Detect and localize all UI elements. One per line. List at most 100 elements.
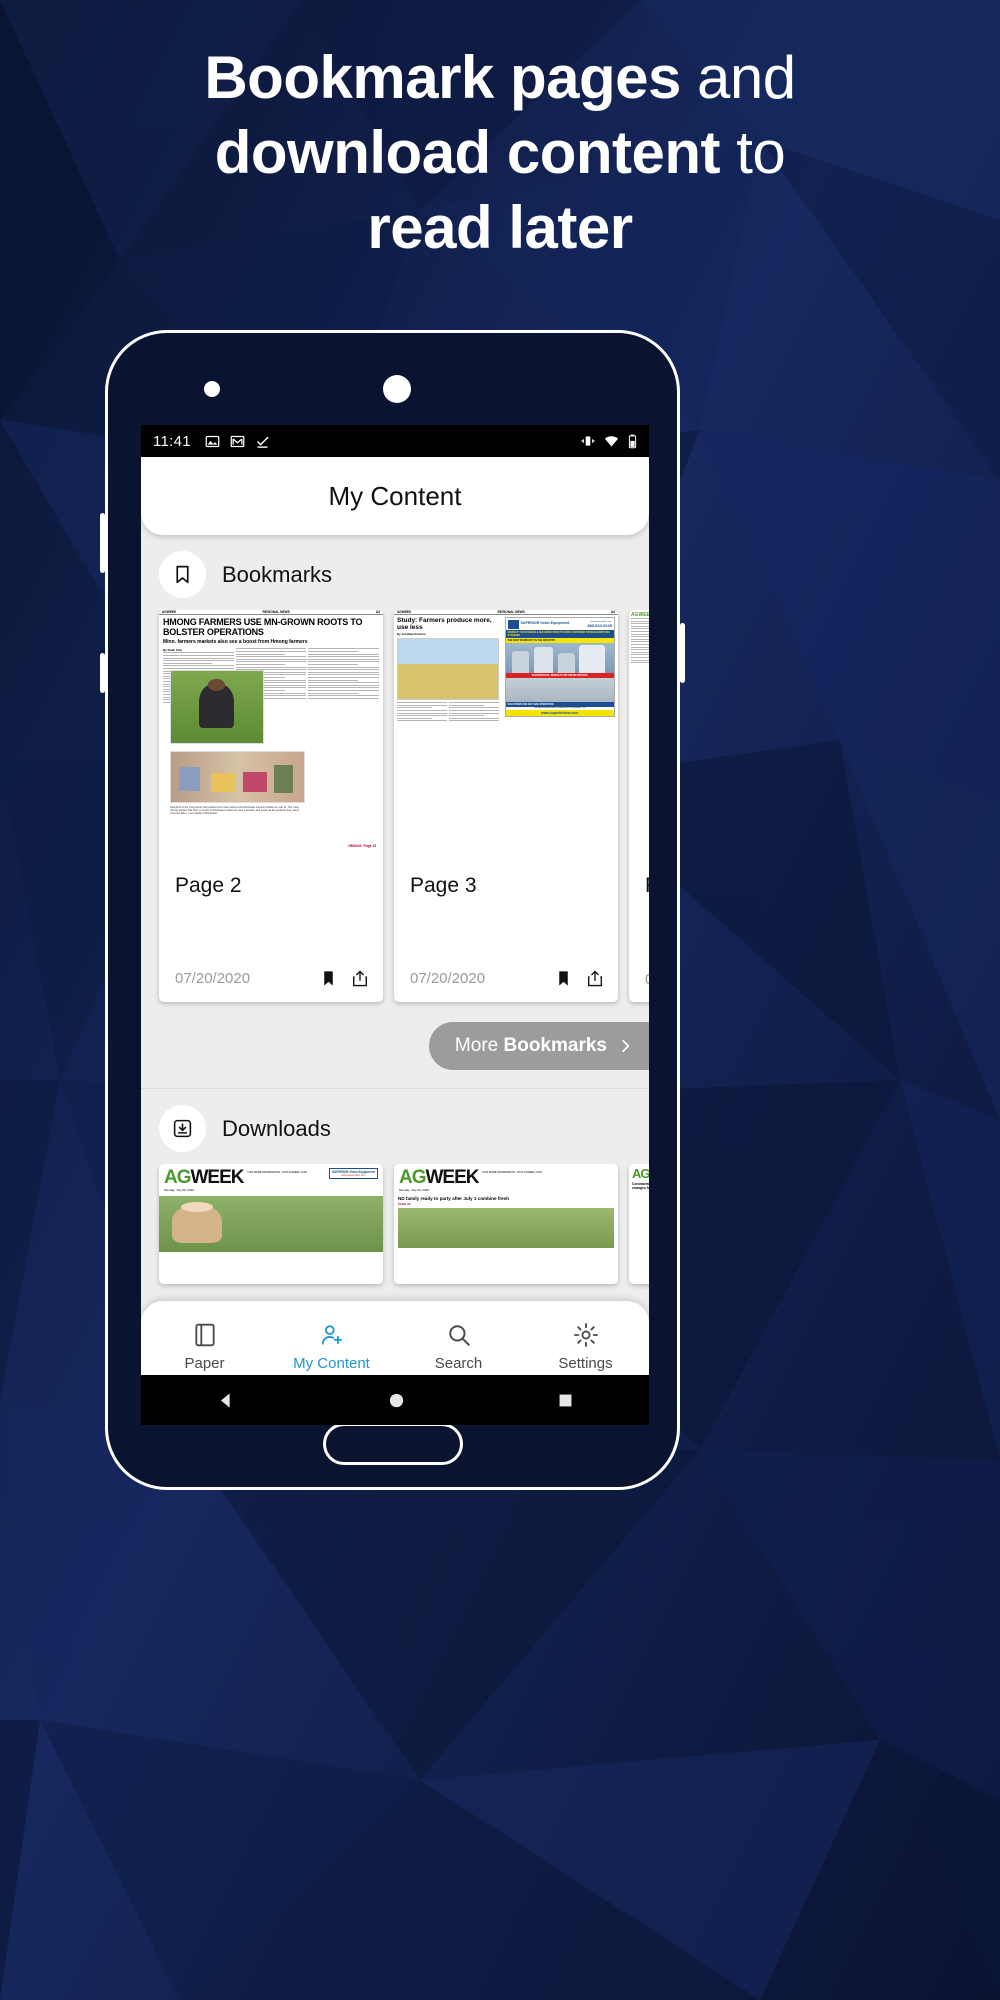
page-thumbnail[interactable]: AGWEEK Monday, July 20, 2020 FOR MORE IN… xyxy=(394,1164,618,1284)
image-icon xyxy=(205,435,220,447)
section-label-bookmarks: Bookmarks xyxy=(222,561,333,587)
card-footer: 07/20/2020 xyxy=(394,969,618,1002)
headline-line-2-rest: to xyxy=(720,119,786,186)
share-icon[interactable] xyxy=(351,969,369,988)
nav-item-settings[interactable]: Settings xyxy=(522,1322,649,1372)
section-header-downloads: Downloads xyxy=(141,1089,649,1164)
my-content-icon xyxy=(321,1325,342,1345)
page-title: My Content xyxy=(328,480,462,511)
ad-phone: 866.822.9145 xyxy=(587,622,612,628)
thumb-caption: Members of the Yang family sell produce … xyxy=(170,805,300,816)
card-title: P xyxy=(629,858,649,971)
volume-down-button[interactable] xyxy=(100,653,105,693)
download-icon-circle[interactable] xyxy=(159,1105,206,1152)
promo-headline: Bookmark pages and download content to r… xyxy=(0,40,1000,265)
paper-icon xyxy=(194,1323,215,1347)
nav-label-search: Search xyxy=(434,1355,483,1372)
headline-line-1: Bookmark pages and xyxy=(60,40,940,115)
bookmark-filled-icon[interactable] xyxy=(555,969,572,988)
app-bar: My Content xyxy=(141,457,649,535)
agweek-logo: AGWEEK xyxy=(399,1167,480,1188)
card-date: 07/20/2020 xyxy=(410,970,486,987)
page-thumbnail[interactable]: AGWEEK REGIONAL NEWS A4 Study: Farmers pro… xyxy=(394,610,618,858)
agweek-date: Monday, July 20, 2020 xyxy=(399,1188,429,1192)
section-label-downloads: Downloads xyxy=(222,1115,331,1141)
download-card-partial[interactable]: AG Coronavirus pandemic means changes fo… xyxy=(629,1164,649,1284)
page-thumbnail[interactable]: AGWEEK xyxy=(629,610,649,858)
bookmark-icon xyxy=(176,565,189,584)
bookmark-card[interactable]: AGWEEK REGIONAL NEWS A4 Study: Farmers pro… xyxy=(394,610,618,1002)
android-navigation-bar xyxy=(141,1375,649,1425)
gear-icon xyxy=(573,1323,598,1347)
nav-item-search[interactable]: Search xyxy=(395,1322,522,1372)
thumb-headline: Study: Farmers produce more, use less xyxy=(397,617,492,632)
bookmarks-card-row[interactable]: AGWEEK REGIONAL NEWS A3 HMONG FARMERS USE … xyxy=(141,610,649,1008)
card-date: 07/20/2020 xyxy=(175,970,251,987)
section-header-bookmarks: Bookmarks xyxy=(141,535,649,610)
more-bold: Bookmarks xyxy=(503,1035,608,1056)
more-bookmarks-row: More Bookmarks xyxy=(141,1008,649,1088)
download-card[interactable]: AGWEEK Monday, July 20, 2020 FOR MORE IN… xyxy=(394,1164,618,1284)
headline-line-2-bold: download content xyxy=(214,119,721,186)
battery-icon xyxy=(628,434,637,448)
card-footer: 0 xyxy=(629,971,649,1002)
search-icon xyxy=(448,1325,470,1346)
ad-site-footer: www.superiorbins.com xyxy=(505,709,614,716)
downloads-card-row[interactable]: AGWEEK Monday, July 20, 2020 FOR MORE IN… xyxy=(141,1164,649,1290)
download-card[interactable]: AGWEEK Monday, July 20, 2020 FOR MORE IN… xyxy=(159,1164,383,1284)
thumb-headline: AGWEEK xyxy=(631,612,649,618)
wifi-icon xyxy=(604,435,619,446)
more-prefix: More xyxy=(454,1035,504,1056)
headline-line-2: download content to xyxy=(60,115,940,190)
home-indicator xyxy=(322,1423,463,1465)
vibrate-icon xyxy=(581,436,595,446)
phone-mockup: 11:41 My Content Bookmarks AGWEEK REGION… xyxy=(100,330,685,1490)
page-thumbnail[interactable]: AGWEEK Monday, July 20, 2020 FOR MORE IN… xyxy=(159,1164,383,1284)
thumb-byline: By Jonathan Knutson xyxy=(397,632,426,637)
nav-label-my-content: My Content xyxy=(293,1355,370,1372)
ad-brand: SUPERIOR Grain Equipment xyxy=(520,621,570,626)
agweek-tagline: FOR MORE INFORMATION, VISIT AGWEEK.COM xyxy=(482,1171,542,1174)
card-date: 0 xyxy=(645,971,649,988)
status-time: 11:41 xyxy=(153,432,191,450)
phone-screen: 11:41 My Content Bookmarks AGWEEK REGION… xyxy=(141,425,649,1393)
nav-label-paper: Paper xyxy=(184,1355,225,1372)
nav-item-my-content[interactable]: My Content xyxy=(268,1322,395,1372)
thumb-kicker: REGIONAL NEWS xyxy=(262,610,290,614)
thumb-headline: HMONG FARMERS USE MN-GROWN ROOTS TO BOLS… xyxy=(163,617,363,637)
ad-line-1: MARKET YOUR GRAIN & MAXIMIZE PROFITS WIT… xyxy=(505,630,614,638)
headline-line-1-bold: Bookmark pages xyxy=(204,44,681,111)
more-bookmarks-button[interactable]: More Bookmarks xyxy=(428,1022,649,1070)
ad-site: www.superiorbins.com xyxy=(341,1174,366,1177)
bookmark-card-partial[interactable]: AGWEEK P 0 xyxy=(629,610,649,1002)
page-thumbnail[interactable]: AGWEEK REGIONAL NEWS A3 HMONG FARMERS USE … xyxy=(159,610,383,858)
agweek-logo: AGWEEK xyxy=(164,1167,245,1188)
gmail-icon xyxy=(230,435,245,447)
thumb-kicker: REGIONAL NEWS xyxy=(497,610,525,614)
page-thumbnail[interactable]: AG Coronavirus pandemic means changes fo… xyxy=(629,1164,649,1284)
recents-square-icon[interactable] xyxy=(557,1392,574,1409)
thumb-headline: Coronavirus pandemic means changes for b… xyxy=(632,1182,649,1190)
bookmark-card[interactable]: AGWEEK REGIONAL NEWS A3 HMONG FARMERS USE … xyxy=(159,610,383,1002)
agweek-logo: AG xyxy=(632,1166,649,1181)
card-title: Page 3 xyxy=(410,874,477,897)
volume-up-button[interactable] xyxy=(100,513,105,573)
headline-line-3: read later xyxy=(367,194,633,261)
check-icon xyxy=(256,436,269,448)
share-icon[interactable] xyxy=(586,969,604,988)
nav-label-settings: Settings xyxy=(558,1355,613,1372)
agweek-date: Monday, July 20, 2020 xyxy=(164,1188,194,1192)
power-button[interactable] xyxy=(680,623,685,683)
status-bar: 11:41 xyxy=(141,425,649,457)
front-camera-icon xyxy=(204,381,220,397)
agweek-tagline: FOR MORE INFORMATION, VISIT AGWEEK.COM xyxy=(247,1171,307,1174)
thumb-headline: ND family ready to party after July 1 co… xyxy=(398,1196,510,1201)
nav-item-paper[interactable]: Paper xyxy=(141,1322,268,1372)
home-circle-icon[interactable] xyxy=(387,1391,406,1410)
back-triangle-icon[interactable] xyxy=(217,1391,236,1410)
thumb-jumpline: HMONG: Page 23 xyxy=(348,844,377,849)
bookmark-filled-icon[interactable] xyxy=(320,969,337,988)
speaker-sensor-icon xyxy=(383,375,411,403)
bookmark-icon-circle[interactable] xyxy=(159,551,206,598)
card-title: Page 2 xyxy=(175,874,242,897)
